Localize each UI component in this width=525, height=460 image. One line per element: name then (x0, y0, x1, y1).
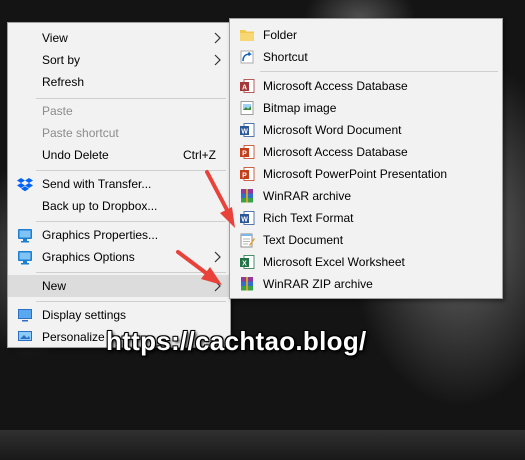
menu-item-refresh[interactable]: Refresh (8, 71, 230, 93)
menu-separator (36, 221, 226, 222)
menu-item-label: Paste (42, 104, 73, 118)
menu-item-label: Rich Text Format (263, 211, 354, 225)
powerpoint-icon: P (240, 145, 255, 159)
chevron-right-icon (214, 32, 221, 44)
menu-separator (260, 71, 498, 72)
svg-text:W: W (241, 216, 248, 223)
menu-item-label: Sort by (42, 53, 81, 67)
excel-icon: X (240, 255, 255, 269)
menu-item-graphics-properties[interactable]: Graphics Properties... (8, 224, 230, 246)
menu-item-label: WinRAR ZIP archive (263, 277, 373, 291)
shortcut-icon (240, 50, 254, 64)
display-icon (18, 309, 32, 322)
watermark-url: https://cachtao.blog/ (106, 326, 367, 356)
chevron-right-icon (214, 54, 221, 66)
menu-item-label: Undo Delete (42, 148, 109, 162)
chevron-right-icon (214, 280, 221, 292)
new-item-access-database[interactable]: A Microsoft Access Database (230, 75, 502, 97)
keyboard-shortcut: Ctrl+Z (183, 148, 216, 162)
personalize-icon (18, 331, 32, 341)
menu-item-label: Paste shortcut (42, 126, 119, 140)
svg-text:P: P (242, 150, 247, 157)
intel-graphics-icon (18, 251, 32, 265)
menu-item-paste-shortcut: Paste shortcut (8, 122, 230, 144)
bitmap-icon (240, 101, 254, 115)
menu-item-label: Microsoft PowerPoint Presentation (263, 167, 448, 181)
new-item-excel-worksheet[interactable]: X Microsoft Excel Worksheet (230, 251, 502, 273)
menu-separator (36, 170, 226, 171)
folder-icon (240, 30, 254, 41)
menu-item-new[interactable]: New (8, 275, 230, 297)
menu-item-back-up-to-dropbox[interactable]: Back up to Dropbox... (8, 195, 230, 217)
menu-item-label: Send with Transfer... (42, 177, 152, 191)
chevron-right-icon (214, 251, 221, 263)
menu-item-undo-delete[interactable]: Undo Delete Ctrl+Z (8, 144, 230, 166)
new-item-access-database-2[interactable]: P Microsoft Access Database (230, 141, 502, 163)
new-item-winrar-zip-archive[interactable]: WinRAR ZIP archive (230, 273, 502, 295)
menu-item-label: View (42, 31, 68, 45)
menu-item-label: Text Document (263, 233, 344, 247)
menu-item-label: WinRAR archive (263, 189, 352, 203)
svg-text:W: W (241, 128, 248, 135)
new-item-winrar-archive[interactable]: WinRAR archive (230, 185, 502, 207)
menu-item-label: Bitmap image (263, 101, 337, 115)
menu-item-label: Folder (263, 28, 298, 42)
new-item-rich-text-format[interactable]: W Rich Text Format (230, 207, 502, 229)
menu-item-paste: Paste (8, 100, 230, 122)
svg-text:P: P (242, 172, 247, 179)
access-icon: A (240, 79, 255, 93)
new-item-text-document[interactable]: Text Document (230, 229, 502, 251)
menu-item-label: Microsoft Excel Worksheet (263, 255, 405, 269)
menu-item-label: Graphics Properties... (42, 228, 159, 242)
new-item-folder[interactable]: Folder (230, 24, 502, 46)
powerpoint-icon: P (240, 167, 255, 181)
menu-item-label: Shortcut (263, 50, 308, 64)
new-item-bitmap-image[interactable]: Bitmap image (230, 97, 502, 119)
menu-item-label: Graphics Options (42, 250, 135, 264)
taskbar-area (0, 430, 525, 460)
intel-graphics-icon (18, 229, 32, 243)
menu-item-label: Personalize (42, 330, 105, 344)
new-item-powerpoint-presentation[interactable]: P Microsoft PowerPoint Presentation (230, 163, 502, 185)
menu-item-display-settings[interactable]: Display settings (8, 304, 230, 326)
winrar-icon (241, 189, 253, 203)
menu-item-label: Refresh (42, 75, 85, 89)
new-submenu: Folder Shortcut A Microsoft Access Datab… (229, 18, 503, 299)
menu-item-label: New (42, 279, 67, 293)
menu-item-send-with-transfer[interactable]: Send with Transfer... (8, 173, 230, 195)
menu-separator (36, 301, 226, 302)
menu-item-label: Microsoft Access Database (263, 79, 408, 93)
notepad-icon (240, 233, 255, 248)
menu-item-label: Back up to Dropbox... (42, 199, 158, 213)
menu-separator (36, 98, 226, 99)
dropbox-icon (17, 178, 33, 192)
menu-item-sort-by[interactable]: Sort by (8, 49, 230, 71)
menu-item-label: Microsoft Word Document (263, 123, 402, 137)
menu-item-label: Display settings (42, 308, 127, 322)
winrar-icon (241, 277, 253, 291)
new-item-word-document[interactable]: W Microsoft Word Document (230, 119, 502, 141)
word-icon: W (240, 123, 255, 137)
word-icon: W (240, 211, 255, 225)
menu-item-graphics-options[interactable]: Graphics Options (8, 246, 230, 268)
menu-separator (36, 272, 226, 273)
new-item-shortcut[interactable]: Shortcut (230, 46, 502, 68)
svg-text:A: A (242, 84, 247, 91)
svg-text:X: X (242, 260, 247, 267)
menu-item-view[interactable]: View (8, 27, 230, 49)
menu-item-label: Microsoft Access Database (263, 145, 408, 159)
desktop-context-menu: View Sort by Refresh Paste Paste shortcu… (7, 22, 231, 348)
